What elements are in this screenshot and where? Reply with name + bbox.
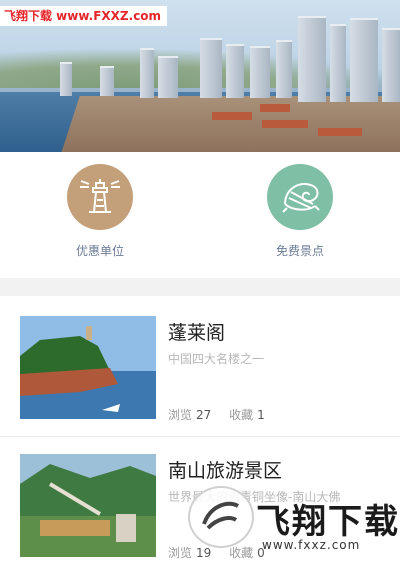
building <box>250 46 270 98</box>
watermark-logo <box>188 486 254 548</box>
category-discount-units[interactable]: 优惠单位 <box>50 164 150 259</box>
shell-icon <box>267 164 333 230</box>
views-label: 浏览 <box>168 546 193 560</box>
views-count: 19 <box>196 546 212 560</box>
building <box>158 56 178 98</box>
watermark-logo-text: 飞翔下载 <box>256 502 400 542</box>
watermark-top: 飞翔下载 www.FXXZ.com <box>0 6 168 26</box>
category-section: 优惠单位 免费景点 <box>0 152 400 278</box>
harbor-land <box>60 96 400 152</box>
red-roof <box>318 128 362 136</box>
attraction-stats: 浏览 27 收藏 1 <box>168 406 279 423</box>
category-label: 优惠单位 <box>75 244 124 258</box>
views-count: 27 <box>196 408 212 422</box>
category-label: 免费景点 <box>275 244 324 258</box>
red-roof <box>260 104 290 112</box>
red-roof <box>262 120 308 128</box>
building <box>330 24 346 102</box>
watermark-url: www.fxxz.com <box>262 538 361 552</box>
building <box>140 48 154 98</box>
views-label: 浏览 <box>168 408 193 422</box>
attraction-thumbnail <box>20 454 156 557</box>
building <box>382 28 400 102</box>
favorites-label: 收藏 <box>229 546 254 560</box>
building <box>200 38 222 98</box>
favorites-count: 1 <box>257 408 265 422</box>
building <box>226 44 244 98</box>
building <box>350 18 378 102</box>
category-free-attractions[interactable]: 免费景点 <box>250 164 350 259</box>
red-roof <box>212 112 252 120</box>
building <box>60 62 72 96</box>
lighthouse-icon <box>67 164 133 230</box>
list-item[interactable]: 蓬莱阁 中国四大名楼之一 浏览 27 收藏 1 <box>0 296 400 437</box>
building <box>298 16 326 102</box>
favorites-label: 收藏 <box>229 408 254 422</box>
attraction-subtitle: 中国四大名楼之一 <box>168 352 265 366</box>
city-banner-image[interactable]: 飞翔下载 www.FXXZ.com <box>0 0 400 152</box>
attraction-title: 蓬莱阁 <box>168 322 226 344</box>
attraction-thumbnail <box>20 316 156 419</box>
building <box>100 66 114 96</box>
attraction-title: 南山旅游景区 <box>168 460 283 482</box>
building <box>276 40 292 98</box>
